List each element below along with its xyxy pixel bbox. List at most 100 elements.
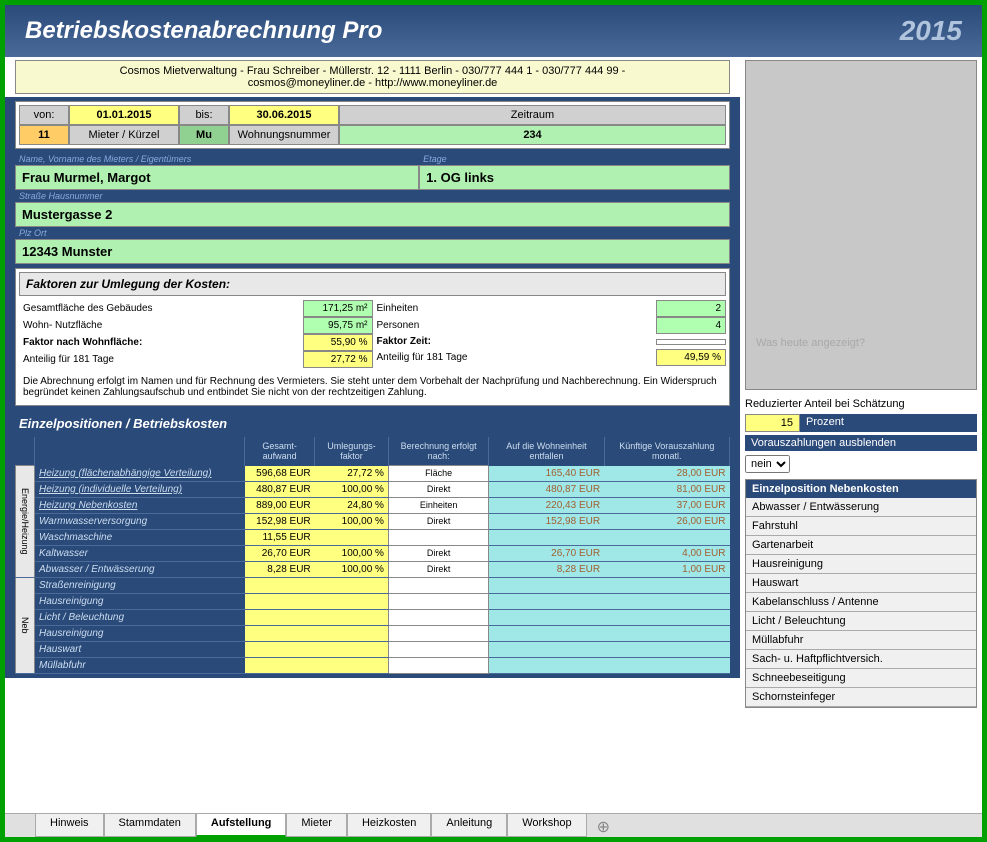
tab-hinweis[interactable]: Hinweis xyxy=(35,814,104,837)
cost-amount[interactable]: 26,70 EUR xyxy=(245,545,315,561)
cost-item-name: Licht / Beleuchtung xyxy=(35,609,245,625)
factor-label: Personen xyxy=(373,318,657,333)
cost-factor xyxy=(315,609,389,625)
cost-amount[interactable]: 889,00 EUR xyxy=(245,497,315,513)
calc-method[interactable] xyxy=(388,609,488,625)
cost-advance: 4,00 EUR xyxy=(604,545,729,561)
list-item[interactable]: Hauswart xyxy=(746,574,976,593)
voraus-select[interactable]: nein xyxy=(745,455,790,473)
voraus-label: Vorauszahlungen ausblenden xyxy=(745,435,977,451)
calc-method[interactable] xyxy=(388,593,488,609)
cost-amount[interactable] xyxy=(245,657,315,673)
cost-advance xyxy=(604,529,729,545)
zeitraum-label: Zeitraum xyxy=(339,105,726,125)
calc-method[interactable]: Direkt xyxy=(388,561,488,577)
tab-mieter[interactable]: Mieter xyxy=(286,814,347,837)
factor-label: Faktor nach Wohnfläche: xyxy=(19,335,303,350)
nebenkosten-list: Einzelposition Nebenkosten Abwasser / En… xyxy=(745,479,977,708)
wohn-label: Wohnungsnummer xyxy=(229,125,339,145)
preview-box: Was heute angezeigt? xyxy=(745,60,977,390)
factor-value: 171,25 m² xyxy=(303,300,373,317)
cost-factor xyxy=(315,529,389,545)
calc-method[interactable] xyxy=(388,657,488,673)
cost-advance xyxy=(604,593,729,609)
disclaimer: Die Abrechnung erfolgt im Namen und für … xyxy=(19,372,726,402)
cost-amount[interactable]: 8,28 EUR xyxy=(245,561,315,577)
table-row: Energie/HeizungHeizung (flächenabhängige… xyxy=(16,466,730,482)
table-row: Hausreinigung xyxy=(16,593,730,609)
cost-amount[interactable]: 480,87 EUR xyxy=(245,481,315,497)
cost-share: 152,98 EUR xyxy=(489,513,604,529)
cost-amount[interactable] xyxy=(245,625,315,641)
list-item[interactable]: Schneebeseitigung xyxy=(746,669,976,688)
cost-amount[interactable] xyxy=(245,641,315,657)
calc-method[interactable]: Direkt xyxy=(388,545,488,561)
year-label: 2015 xyxy=(900,15,962,47)
list-item[interactable]: Fahrstuhl xyxy=(746,517,976,536)
list-item[interactable]: Gartenarbeit xyxy=(746,536,976,555)
calc-method[interactable] xyxy=(388,641,488,657)
cost-share: 480,87 EUR xyxy=(489,481,604,497)
calc-method[interactable]: Fläche xyxy=(388,466,488,482)
factor-value: 27,72 % xyxy=(303,351,373,368)
cost-share xyxy=(489,609,604,625)
calc-method[interactable]: Direkt xyxy=(388,513,488,529)
calc-method[interactable] xyxy=(388,625,488,641)
table-row: Kaltwasser26,70 EUR100,00 %Direkt26,70 E… xyxy=(16,545,730,561)
calc-method[interactable]: Einheiten xyxy=(388,497,488,513)
list-item[interactable]: Schornsteinfeger xyxy=(746,688,976,707)
cost-advance: 37,00 EUR xyxy=(604,497,729,513)
date-to[interactable]: 30.06.2015 xyxy=(229,105,339,125)
calc-method[interactable] xyxy=(388,577,488,593)
cost-amount[interactable] xyxy=(245,577,315,593)
cost-amount[interactable]: 596,68 EUR xyxy=(245,466,315,482)
cost-item-name: Hausreinigung xyxy=(35,625,245,641)
tab-heizkosten[interactable]: Heizkosten xyxy=(347,814,431,837)
cost-advance: 28,00 EUR xyxy=(604,466,729,482)
cost-amount[interactable] xyxy=(245,609,315,625)
calc-method[interactable] xyxy=(388,529,488,545)
list-item[interactable]: Sach- u. Haftpflichtversich. xyxy=(746,650,976,669)
factor-value xyxy=(656,339,726,345)
tab-workshop[interactable]: Workshop xyxy=(507,814,586,837)
cost-factor: 100,00 % xyxy=(315,513,389,529)
cost-amount[interactable]: 152,98 EUR xyxy=(245,513,315,529)
cost-advance xyxy=(604,625,729,641)
category-label: Neb xyxy=(16,577,35,673)
contact-banner: Cosmos Mietverwaltung - Frau Schreiber -… xyxy=(15,60,730,94)
von-label: von: xyxy=(19,105,69,125)
costs-title: Einzelpositionen / Betriebskosten xyxy=(15,410,730,437)
list-item[interactable]: Kabelanschluss / Antenne xyxy=(746,593,976,612)
cost-advance xyxy=(604,641,729,657)
date-from[interactable]: 01.01.2015 xyxy=(69,105,179,125)
tab-anleitung[interactable]: Anleitung xyxy=(431,814,507,837)
factor-label: Wohn- Nutzfläche xyxy=(19,318,303,333)
cost-item-name: Heizung (flächenabhängige Verteilung) xyxy=(35,466,245,482)
cost-share: 8,28 EUR xyxy=(489,561,604,577)
calc-method[interactable]: Direkt xyxy=(388,481,488,497)
kurz-value: Mu xyxy=(179,125,229,145)
cost-amount[interactable] xyxy=(245,593,315,609)
table-row: Waschmaschine11,55 EUR xyxy=(16,529,730,545)
factor-label: Einheiten xyxy=(373,301,657,316)
cost-advance: 26,00 EUR xyxy=(604,513,729,529)
cost-amount[interactable]: 11,55 EUR xyxy=(245,529,315,545)
plz-value: 12343 Munster xyxy=(15,239,730,264)
table-row: Abwasser / Entwässerung8,28 EUR100,00 %D… xyxy=(16,561,730,577)
prozent-input[interactable]: 15 xyxy=(745,414,800,432)
category-label: Energie/Heizung xyxy=(16,466,35,578)
mieter-number[interactable]: 11 xyxy=(19,125,69,145)
tab-aufstellung[interactable]: Aufstellung xyxy=(196,814,287,837)
list-item[interactable]: Hausreinigung xyxy=(746,555,976,574)
list-item[interactable]: Licht / Beleuchtung xyxy=(746,612,976,631)
cost-item-name: Hausreinigung xyxy=(35,593,245,609)
cost-factor: 27,72 % xyxy=(315,466,389,482)
cost-share xyxy=(489,593,604,609)
list-item[interactable]: Müllabfuhr xyxy=(746,631,976,650)
list-item[interactable]: Abwasser / Entwässerung xyxy=(746,498,976,517)
wohn-number: 234 xyxy=(339,125,726,145)
app-header: Betriebskostenabrechnung Pro 2015 xyxy=(5,5,982,57)
factor-label: Gesamtfläche des Gebäudes xyxy=(19,301,303,316)
add-tab-icon[interactable]: ⊕ xyxy=(587,814,620,837)
tab-stammdaten[interactable]: Stammdaten xyxy=(104,814,196,837)
